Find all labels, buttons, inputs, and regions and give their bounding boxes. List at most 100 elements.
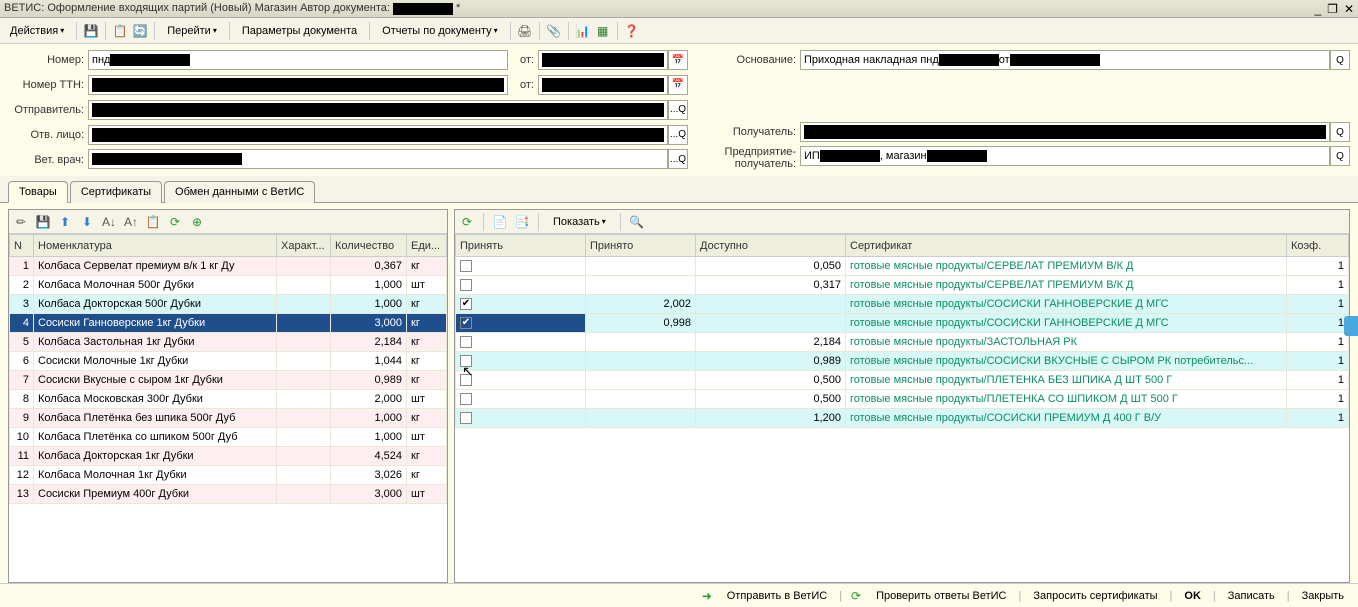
basis-lookup-button[interactable]: Q xyxy=(1330,50,1350,70)
table-row[interactable]: 2Колбаса Молочная 500г Дубки1,000шт xyxy=(10,276,447,295)
tab-goods[interactable]: Товары xyxy=(8,181,68,203)
attach-icon[interactable]: 📎 xyxy=(546,23,562,39)
params-menu[interactable]: Параметры документа xyxy=(236,23,363,39)
maximize-icon[interactable]: ❐ xyxy=(1327,2,1338,16)
col-nom[interactable]: Номенклатура xyxy=(34,235,277,257)
table-row[interactable]: 12Колбаса Молочная 1кг Дубки3,026кг xyxy=(10,466,447,485)
table-row[interactable]: 0,050готовые мясные продукты/СЕРВЕЛАТ ПР… xyxy=(456,257,1349,276)
accept-checkbox[interactable] xyxy=(460,336,472,348)
col-char[interactable]: Характ... xyxy=(277,235,331,257)
list-icon[interactable]: 📊 xyxy=(575,23,591,39)
table-row[interactable]: 5Колбаса Застольная 1кг Дубки2,184кг xyxy=(10,333,447,352)
table-row[interactable]: 9Колбаса Плетёнка без шпика 500г Дуб1,00… xyxy=(10,409,447,428)
table-row[interactable]: 2,002готовые мясные продукты/СОСИСКИ ГАН… xyxy=(456,295,1349,314)
recipient-lookup-button[interactable]: Q xyxy=(1330,122,1350,142)
add-icon[interactable]: ⊕ xyxy=(189,214,205,230)
table-row[interactable]: 0,500готовые мясные продукты/ПЛЕТЕНКА БЕ… xyxy=(456,371,1349,390)
table-row[interactable]: 13Сосиски Премиум 400г Дубки3,000шт xyxy=(10,485,447,504)
accept-checkbox[interactable] xyxy=(460,355,472,367)
number-field[interactable]: пнд xyxy=(88,50,508,70)
enterprise-field[interactable]: ИП, магазин xyxy=(800,146,1330,166)
save-row-icon[interactable]: 💾 xyxy=(35,214,51,230)
go-menu[interactable]: Перейти xyxy=(161,23,223,39)
enterprise-lookup-button[interactable]: Q xyxy=(1330,146,1350,166)
refresh-left-icon[interactable]: ⟳ xyxy=(167,214,183,230)
save-button[interactable]: Записать xyxy=(1222,588,1281,604)
close-icon[interactable]: ✕ xyxy=(1344,2,1354,16)
minimize-icon[interactable]: _ xyxy=(1314,2,1321,16)
edit-icon[interactable]: ✏ xyxy=(13,214,29,230)
col-cert[interactable]: Сертификат xyxy=(846,235,1287,257)
refresh-icon[interactable]: 🔄 xyxy=(132,23,148,39)
copy-icon[interactable]: 📑 xyxy=(514,214,530,230)
sort-desc-icon[interactable]: A↑ xyxy=(123,214,139,230)
col-qty[interactable]: Количество xyxy=(331,235,407,257)
filter-icon[interactable]: 📋 xyxy=(145,214,161,230)
table-row[interactable]: 11Колбаса Докторская 1кг Дубки4,524кг xyxy=(10,447,447,466)
doc-icon[interactable]: 📄 xyxy=(492,214,508,230)
request-certs-button[interactable]: Запросить сертификаты xyxy=(1027,588,1163,604)
date-field-2[interactable] xyxy=(538,75,668,95)
sort-asc-icon[interactable]: A↓ xyxy=(101,214,117,230)
accept-checkbox[interactable] xyxy=(460,412,472,424)
table-row[interactable]: 8Колбаса Московская 300г Дубки2,000шт xyxy=(10,390,447,409)
col-available[interactable]: Доступно xyxy=(696,235,846,257)
tab-exchange[interactable]: Обмен данными с ВетИС xyxy=(164,181,315,203)
sender-lookup-button[interactable]: ...Q xyxy=(668,100,688,120)
ttn-field[interactable] xyxy=(88,75,508,95)
tab-certs[interactable]: Сертификаты xyxy=(70,181,162,203)
vet-field[interactable] xyxy=(88,149,668,169)
refresh-right-icon[interactable]: ⟳ xyxy=(459,214,475,230)
recipient-field[interactable] xyxy=(800,122,1330,142)
help-icon[interactable]: ❓ xyxy=(624,23,640,39)
table-row[interactable]: 6Сосиски Молочные 1кг Дубки1,044кг xyxy=(10,352,447,371)
resp-lookup-button[interactable]: ...Q xyxy=(668,125,688,145)
print-icon[interactable]: 🖨 xyxy=(517,23,533,39)
save-icon[interactable]: 💾 xyxy=(83,23,99,39)
table-row[interactable]: 7Сосиски Вкусные с сыром 1кг Дубки0,989к… xyxy=(10,371,447,390)
accept-checkbox[interactable] xyxy=(460,260,472,272)
down-icon[interactable]: ⬇ xyxy=(79,214,95,230)
check-vetis-button[interactable]: Проверить ответы ВетИС xyxy=(870,588,1012,604)
table-row[interactable]: 1Колбаса Сервелат премиум в/к 1 кг Ду0,3… xyxy=(10,257,447,276)
sender-field[interactable] xyxy=(88,100,668,120)
post-icon[interactable]: 📋 xyxy=(112,23,128,39)
actions-menu[interactable]: Действия xyxy=(4,23,70,39)
table-row[interactable]: 4Сосиски Ганноверские 1кг Дубки3,000кг xyxy=(10,314,447,333)
table-row[interactable]: 0,500готовые мясные продукты/ПЛЕТЕНКА СО… xyxy=(456,390,1349,409)
vet-lookup-button[interactable]: ...Q xyxy=(668,149,688,169)
table-row[interactable]: 1,200готовые мясные продукты/СОСИСКИ ПРЕ… xyxy=(456,409,1349,428)
ok-button[interactable]: OK xyxy=(1178,588,1207,604)
left-grid-table[interactable]: N Номенклатура Характ... Количество Еди.… xyxy=(9,234,447,582)
calendar-icon-2[interactable]: 📅 xyxy=(668,75,688,95)
close-button[interactable]: Закрыть xyxy=(1296,588,1350,604)
accept-checkbox[interactable] xyxy=(460,374,472,386)
calendar-icon-1[interactable]: 📅 xyxy=(668,50,688,70)
table-row[interactable]: 3Колбаса Докторская 500г Дубки1,000кг xyxy=(10,295,447,314)
accept-checkbox[interactable] xyxy=(460,317,472,329)
teamviewer-tab-icon[interactable] xyxy=(1344,316,1358,336)
table-row[interactable]: 2,184готовые мясные продукты/ЗАСТОЛЬНАЯ … xyxy=(456,333,1349,352)
col-n[interactable]: N xyxy=(10,235,34,257)
table-row[interactable]: 0,317готовые мясные продукты/СЕРВЕЛАТ ПР… xyxy=(456,276,1349,295)
right-grid-table[interactable]: Принять Принято Доступно Сертификат Коэф… xyxy=(455,234,1349,582)
col-unit[interactable]: Еди... xyxy=(407,235,447,257)
table-row[interactable]: 10Колбаса Плетёнка со шпиком 500г Дуб1,0… xyxy=(10,428,447,447)
resp-field[interactable] xyxy=(88,125,668,145)
col-coef[interactable]: Коэф. xyxy=(1287,235,1349,257)
accept-checkbox[interactable] xyxy=(460,279,472,291)
table-row[interactable]: 0,989готовые мясные продукты/СОСИСКИ ВКУ… xyxy=(456,352,1349,371)
show-menu[interactable]: Показать xyxy=(547,214,612,230)
col-accepted[interactable]: Принято xyxy=(586,235,696,257)
accept-checkbox[interactable] xyxy=(460,393,472,405)
date-field-1[interactable] xyxy=(538,50,668,70)
col-accept[interactable]: Принять xyxy=(456,235,586,257)
basis-field[interactable]: Приходная накладная пндот xyxy=(800,50,1330,70)
reports-menu[interactable]: Отчеты по документу xyxy=(376,23,504,39)
excel-icon[interactable]: ▦ xyxy=(595,23,611,39)
search-icon[interactable]: 🔍 xyxy=(629,214,645,230)
up-icon[interactable]: ⬆ xyxy=(57,214,73,230)
accept-checkbox[interactable] xyxy=(460,298,472,310)
table-row[interactable]: 0,998готовые мясные продукты/СОСИСКИ ГАН… xyxy=(456,314,1349,333)
send-vetis-button[interactable]: Отправить в ВетИС xyxy=(721,588,833,604)
